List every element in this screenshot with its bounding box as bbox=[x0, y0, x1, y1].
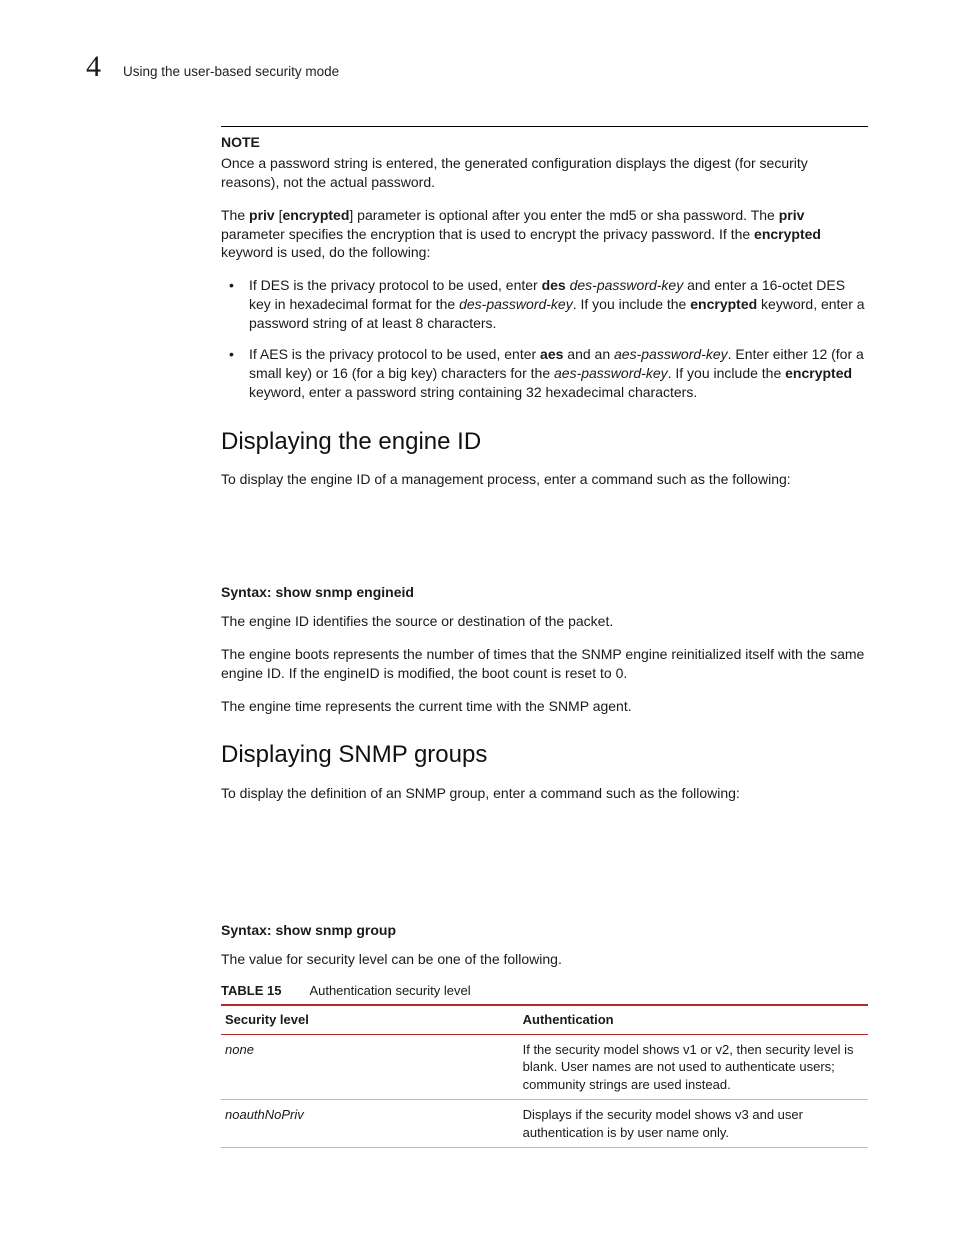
col-authentication: Authentication bbox=[519, 1005, 868, 1034]
col-security-level: Security level bbox=[221, 1005, 519, 1034]
code-placeholder bbox=[221, 503, 868, 575]
note-label: NOTE bbox=[221, 133, 868, 152]
code-placeholder bbox=[221, 817, 868, 913]
syntax-command: show snmp engineid bbox=[272, 584, 414, 600]
list-item: If AES is the privacy protocol to be use… bbox=[221, 345, 868, 402]
text: . If you include the bbox=[573, 296, 691, 312]
text: keyword, enter a password string contain… bbox=[249, 384, 697, 400]
text: . If you include the bbox=[668, 365, 786, 381]
text: If AES is the privacy protocol to be use… bbox=[249, 346, 540, 362]
cell-auth: Displays if the security model shows v3 … bbox=[519, 1100, 868, 1148]
page-header: 4 Using the user-based security mode bbox=[86, 52, 868, 82]
syntax-label: Syntax: bbox=[221, 922, 272, 938]
des-keyword: des bbox=[542, 277, 566, 293]
syntax-line: Syntax: show snmp engineid bbox=[221, 583, 868, 602]
paragraph: The engine ID identifies the source or d… bbox=[221, 612, 868, 631]
text: keyword is used, do the following: bbox=[221, 244, 430, 260]
encrypted-keyword: encrypted bbox=[785, 365, 852, 381]
note-rule bbox=[221, 126, 868, 127]
text: parameter specifies the encryption that … bbox=[221, 226, 754, 242]
paragraph: The engine time represents the current t… bbox=[221, 697, 868, 716]
running-head: Using the user-based security mode bbox=[123, 63, 339, 81]
cell-level: none bbox=[221, 1034, 519, 1100]
section-intro: To display the engine ID of a management… bbox=[221, 470, 868, 489]
table-title: Authentication security level bbox=[309, 983, 470, 998]
encrypted-keyword: encrypted bbox=[282, 207, 349, 223]
table-row: noauthNoPriv Displays if the security mo… bbox=[221, 1100, 868, 1148]
text: The bbox=[221, 207, 249, 223]
priv-keyword: priv bbox=[779, 207, 805, 223]
table-header-row: Security level Authentication bbox=[221, 1005, 868, 1034]
chapter-number: 4 bbox=[86, 52, 101, 82]
syntax-label: Syntax: bbox=[221, 584, 272, 600]
table-caption: TABLE 15 Authentication security level bbox=[221, 982, 868, 1000]
paragraph: The value for security level can be one … bbox=[221, 950, 868, 969]
aes-keyword: aes bbox=[540, 346, 563, 362]
param: des-password-key bbox=[459, 296, 573, 312]
text: and an bbox=[563, 346, 614, 362]
encrypted-keyword: encrypted bbox=[690, 296, 757, 312]
auth-security-table: Security level Authentication none If th… bbox=[221, 1004, 868, 1148]
section-intro: To display the definition of an SNMP gro… bbox=[221, 784, 868, 803]
section-heading-engine-id: Displaying the engine ID bbox=[221, 426, 868, 458]
table-row: none If the security model shows v1 or v… bbox=[221, 1034, 868, 1100]
param: des-password-key bbox=[570, 277, 684, 293]
body-content: NOTE Once a password string is entered, … bbox=[221, 126, 868, 1148]
paragraph: The engine boots represents the number o… bbox=[221, 645, 868, 683]
priv-paragraph: The priv [encrypted] parameter is option… bbox=[221, 206, 868, 263]
param: aes-password-key bbox=[614, 346, 728, 362]
priv-keyword: priv bbox=[249, 207, 275, 223]
text: ] parameter is optional after you enter … bbox=[349, 207, 778, 223]
encrypted-keyword: encrypted bbox=[754, 226, 821, 242]
page: 4 Using the user-based security mode NOT… bbox=[0, 0, 954, 1235]
param: aes-password-key bbox=[554, 365, 668, 381]
cell-auth: If the security model shows v1 or v2, th… bbox=[519, 1034, 868, 1100]
text: If DES is the privacy protocol to be use… bbox=[249, 277, 542, 293]
cell-level: noauthNoPriv bbox=[221, 1100, 519, 1148]
section-heading-snmp-groups: Displaying SNMP groups bbox=[221, 739, 868, 771]
list-item: If DES is the privacy protocol to be use… bbox=[221, 276, 868, 333]
syntax-command: show snmp group bbox=[272, 922, 396, 938]
table-label: TABLE 15 bbox=[221, 983, 281, 998]
bullet-list: If DES is the privacy protocol to be use… bbox=[221, 276, 868, 401]
note-text: Once a password string is entered, the g… bbox=[221, 154, 868, 192]
syntax-line: Syntax: show snmp group bbox=[221, 921, 868, 940]
